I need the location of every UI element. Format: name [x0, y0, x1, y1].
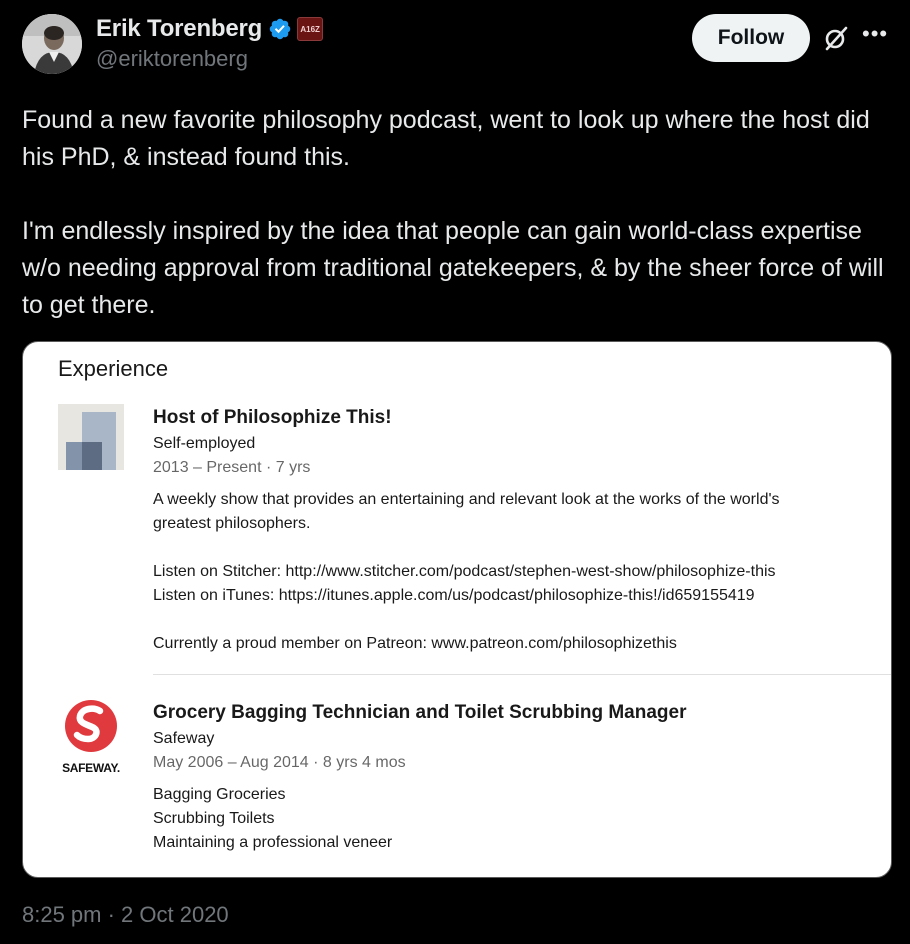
description-line: A weekly show that provides an entertain… [153, 491, 780, 508]
tweet-timestamp[interactable]: 8:25 pm · 2 Oct 2020 [22, 902, 229, 928]
generic-company-logo-icon [58, 404, 124, 470]
author-handle[interactable]: @eriktorenberg [96, 46, 323, 72]
job-description: A weekly show that provides an entertain… [153, 488, 780, 656]
description-line: Scrubbing Toilets [153, 810, 275, 827]
safeway-logo: SAFEWAY. [58, 699, 124, 775]
job-company: Self-employed [153, 435, 256, 452]
experience-info: Host of Philosophize This! Self-employed… [153, 404, 780, 656]
media-image[interactable]: Experience Host of Philosophize This! Se… [22, 341, 892, 878]
description-line: greatest philosophers. [153, 515, 311, 532]
description-line: Listen on Stitcher: http://www.stitcher.… [153, 563, 776, 580]
follow-button[interactable]: Follow [692, 14, 810, 62]
tweet-paragraph: I'm endlessly inspired by the idea that … [22, 217, 884, 319]
job-title: Grocery Bagging Technician and Toilet Sc… [153, 702, 687, 723]
display-name[interactable]: Erik Torenberg [96, 15, 262, 43]
experience-info: Grocery Bagging Technician and Toilet Sc… [153, 699, 686, 855]
name-row: Erik Torenberg A16Z [96, 14, 324, 44]
grok-icon[interactable] [822, 24, 850, 52]
avatar[interactable] [22, 14, 82, 74]
affiliate-badge[interactable]: A16Z [297, 17, 324, 41]
tweet-paragraph: Found a new favorite philosophy podcast,… [22, 106, 870, 171]
description-line [153, 608, 780, 632]
affiliate-badge-text: A16Z [300, 24, 320, 34]
safeway-logo-text: SAFEWAY. [62, 761, 120, 775]
divider [153, 674, 891, 675]
description-line: Currently a proud member on Patreon: www… [153, 635, 677, 652]
author-names: Erik Torenberg A16Z @eriktorenberg [96, 14, 324, 72]
description-line: Listen on iTunes: https://itunes.apple.c… [153, 587, 755, 604]
job-description: Bagging Groceries Scrubbing Toilets Main… [153, 783, 686, 855]
safeway-s-icon [65, 700, 117, 752]
description-line: Maintaining a professional veneer [153, 834, 393, 851]
job-dates: May 2006 – Aug 2014 · 8 yrs 4 mos [153, 754, 406, 771]
verified-badge-icon[interactable] [268, 17, 292, 41]
tweet-text: Found a new favorite philosophy podcast,… [22, 102, 888, 324]
description-line: Bagging Groceries [153, 786, 286, 803]
description-line [153, 536, 780, 560]
tweet-header: Erik Torenberg A16Z @eriktorenberg Follo… [22, 14, 888, 76]
avatar-photo [22, 14, 82, 74]
experience-heading: Experience [58, 356, 169, 381]
more-icon[interactable]: ••• [862, 23, 892, 52]
job-company: Safeway [153, 730, 215, 747]
job-title: Host of Philosophize This! [153, 407, 392, 428]
job-dates: 2013 – Present · 7 yrs [153, 459, 311, 476]
